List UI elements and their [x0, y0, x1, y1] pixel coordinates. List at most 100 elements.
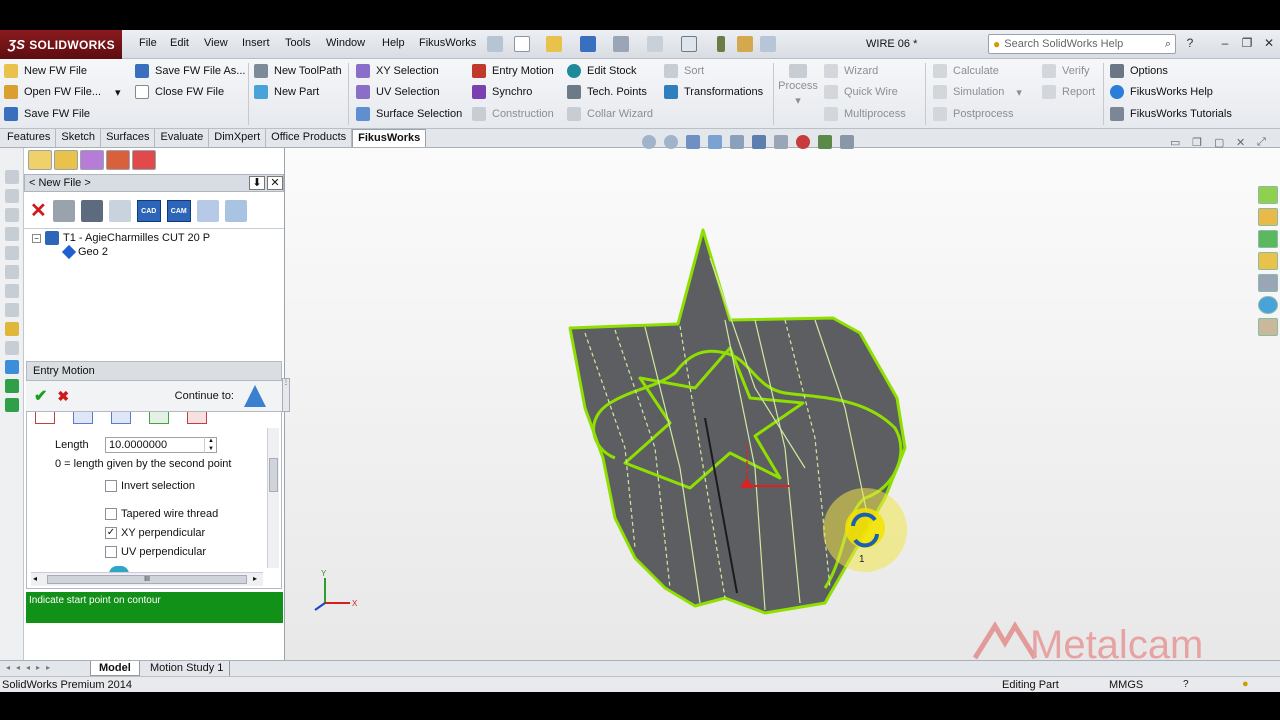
- menu-window[interactable]: Window: [326, 37, 365, 49]
- toolpath-strip-icon[interactable]: [4, 360, 19, 374]
- invert-selection-option[interactable]: Invert selection: [105, 480, 195, 493]
- property-tab[interactable]: [54, 150, 78, 170]
- uv-perpendicular-option[interactable]: UV perpendicular: [105, 546, 206, 559]
- strip-icon-9[interactable]: [4, 341, 19, 355]
- postprocess-button[interactable]: Postprocess: [933, 107, 1014, 121]
- verify-button[interactable]: Verify: [1042, 64, 1090, 78]
- open-folder-icon[interactable]: [546, 36, 562, 52]
- display-style-icon[interactable]: [752, 135, 766, 149]
- menu-file[interactable]: File: [139, 37, 157, 49]
- tab-office-products[interactable]: Office Products: [266, 129, 353, 147]
- horizontal-scroll-thumb[interactable]: III: [47, 575, 247, 584]
- tab-scroll-arrows-icon[interactable]: ◂◂◂▸▸: [6, 663, 56, 672]
- appearance-tab[interactable]: [106, 150, 130, 170]
- collar-wizard-button[interactable]: Collar Wizard: [567, 107, 653, 121]
- tab-sketch[interactable]: Sketch: [56, 129, 102, 147]
- tapered-wire-checkbox[interactable]: [105, 508, 117, 521]
- search-box[interactable]: ● Search SolidWorks Help ⌕: [988, 34, 1176, 54]
- print-icon[interactable]: [613, 36, 629, 52]
- scene-icon[interactable]: [818, 135, 832, 149]
- construction-button[interactable]: Construction: [472, 107, 554, 121]
- restore-button[interactable]: ❐: [1239, 36, 1255, 50]
- menu-tools[interactable]: Tools: [285, 37, 311, 49]
- status-units[interactable]: MMGS: [1109, 679, 1143, 691]
- sort-button[interactable]: Sort: [664, 64, 704, 78]
- xy-perpendicular-checkbox[interactable]: ✓: [105, 527, 117, 540]
- layers-icon[interactable]: [52, 200, 75, 222]
- close-fw-file-button[interactable]: Close FW File: [135, 85, 224, 99]
- zoom-to-area-icon[interactable]: [664, 135, 678, 149]
- surface-selection-button[interactable]: Surface Selection: [356, 107, 462, 121]
- file-properties-icon[interactable]: [737, 36, 753, 52]
- report-button[interactable]: Report: [1042, 85, 1095, 99]
- view-orientation-icon[interactable]: [730, 135, 744, 149]
- axis-icon[interactable]: [108, 200, 131, 222]
- horizontal-scrollbar[interactable]: ◂ III ▸: [31, 572, 263, 586]
- menu-view[interactable]: View: [204, 37, 228, 49]
- transformations-button[interactable]: Transformations: [664, 85, 763, 99]
- uv-selection-button[interactable]: UV Selection: [356, 85, 440, 99]
- cancel-x-icon[interactable]: ✖: [57, 388, 69, 405]
- search-input[interactable]: Search SolidWorks Help: [1004, 38, 1123, 50]
- length-input[interactable]: 10.0000000: [105, 437, 217, 453]
- wizard-button[interactable]: Wizard: [824, 64, 878, 78]
- menu-edit[interactable]: Edit: [170, 37, 189, 49]
- tab-surfaces[interactable]: Surfaces: [101, 129, 156, 147]
- options-icon[interactable]: [760, 36, 776, 52]
- close-window-button[interactable]: ✕: [1261, 36, 1277, 50]
- menu-fikusworks[interactable]: FikusWorks: [419, 37, 476, 49]
- tab-fikusworks[interactable]: FikusWorks: [352, 129, 427, 147]
- tree-collapse-icon[interactable]: −: [32, 233, 41, 243]
- zoom-to-fit-icon[interactable]: [642, 135, 656, 149]
- continue-to-icon[interactable]: [244, 385, 266, 407]
- close-panel-icon[interactable]: ✕: [267, 176, 283, 190]
- previous-view-icon[interactable]: [686, 135, 700, 149]
- length-spinner[interactable]: ▲ ▼: [204, 437, 217, 453]
- xy-perpendicular-option[interactable]: ✓ XY perpendicular: [105, 527, 205, 540]
- tab-features[interactable]: Features: [2, 129, 57, 147]
- delete-icon[interactable]: ✕: [30, 201, 47, 221]
- calculate-button[interactable]: Calculate: [933, 64, 999, 78]
- uv-perpendicular-checkbox[interactable]: [105, 546, 117, 559]
- tab-motion-study-1[interactable]: Motion Study 1: [144, 661, 231, 676]
- wire-shape-icon[interactable]: [196, 200, 219, 222]
- solidworks-logo[interactable]: ƷS SOLIDWORKS: [0, 30, 122, 59]
- cad-button[interactable]: CAD: [136, 200, 161, 222]
- save-fw-file-as-button[interactable]: Save FW File As...: [135, 64, 245, 78]
- open-fw-file-button[interactable]: Open FW File... ▾: [4, 85, 121, 99]
- subtab-2[interactable]: [73, 412, 93, 424]
- xy-selection-button[interactable]: XY Selection: [356, 64, 439, 78]
- tech-points-button[interactable]: Tech. Points: [567, 85, 647, 99]
- chevron-down-icon[interactable]: ▾: [115, 86, 121, 99]
- config-tab[interactable]: [80, 150, 104, 170]
- subtab-5[interactable]: [187, 412, 207, 424]
- status-rebuild-icon[interactable]: ●: [1242, 678, 1249, 690]
- stock-box-icon[interactable]: [224, 200, 247, 222]
- panel-splitter[interactable]: ⋮: [282, 378, 290, 412]
- fikusworks-tab[interactable]: [132, 150, 156, 170]
- subtab-1[interactable]: [35, 412, 55, 424]
- collapse-arrow-icon[interactable]: ⬇: [249, 176, 265, 190]
- subtab-3[interactable]: [111, 412, 131, 424]
- search-icon[interactable]: ⌕: [1165, 38, 1171, 51]
- strip-icon-5[interactable]: [4, 246, 19, 260]
- strip-icon-7[interactable]: [4, 284, 19, 298]
- hide-show-icon[interactable]: [774, 135, 788, 149]
- vertical-scroll-thumb[interactable]: [269, 458, 278, 492]
- entry-motion-button[interactable]: Entry Motion: [472, 64, 554, 78]
- strip-icon-8[interactable]: [4, 303, 19, 317]
- tree-item-geo[interactable]: Geo 2: [61, 244, 108, 260]
- invert-selection-checkbox[interactable]: [105, 480, 117, 493]
- save-fw-file-button[interactable]: Save FW File: [4, 107, 90, 121]
- tree-item-tool[interactable]: − T1 - AgieCharmilles CUT 20 P: [32, 231, 210, 245]
- quick-wire-button[interactable]: Quick Wire: [824, 85, 898, 99]
- cam-button[interactable]: CAM: [166, 200, 191, 222]
- scroll-left-icon[interactable]: ◂: [33, 574, 37, 583]
- pin-icon[interactable]: [487, 36, 503, 52]
- process-button[interactable]: Process ▾: [778, 64, 818, 124]
- save-icon[interactable]: [580, 36, 596, 52]
- tab-evaluate[interactable]: Evaluate: [155, 129, 210, 147]
- select-cursor-icon[interactable]: [681, 36, 697, 52]
- sketch-tool-icon[interactable]: [4, 322, 19, 336]
- strip-icon-1[interactable]: [4, 170, 19, 184]
